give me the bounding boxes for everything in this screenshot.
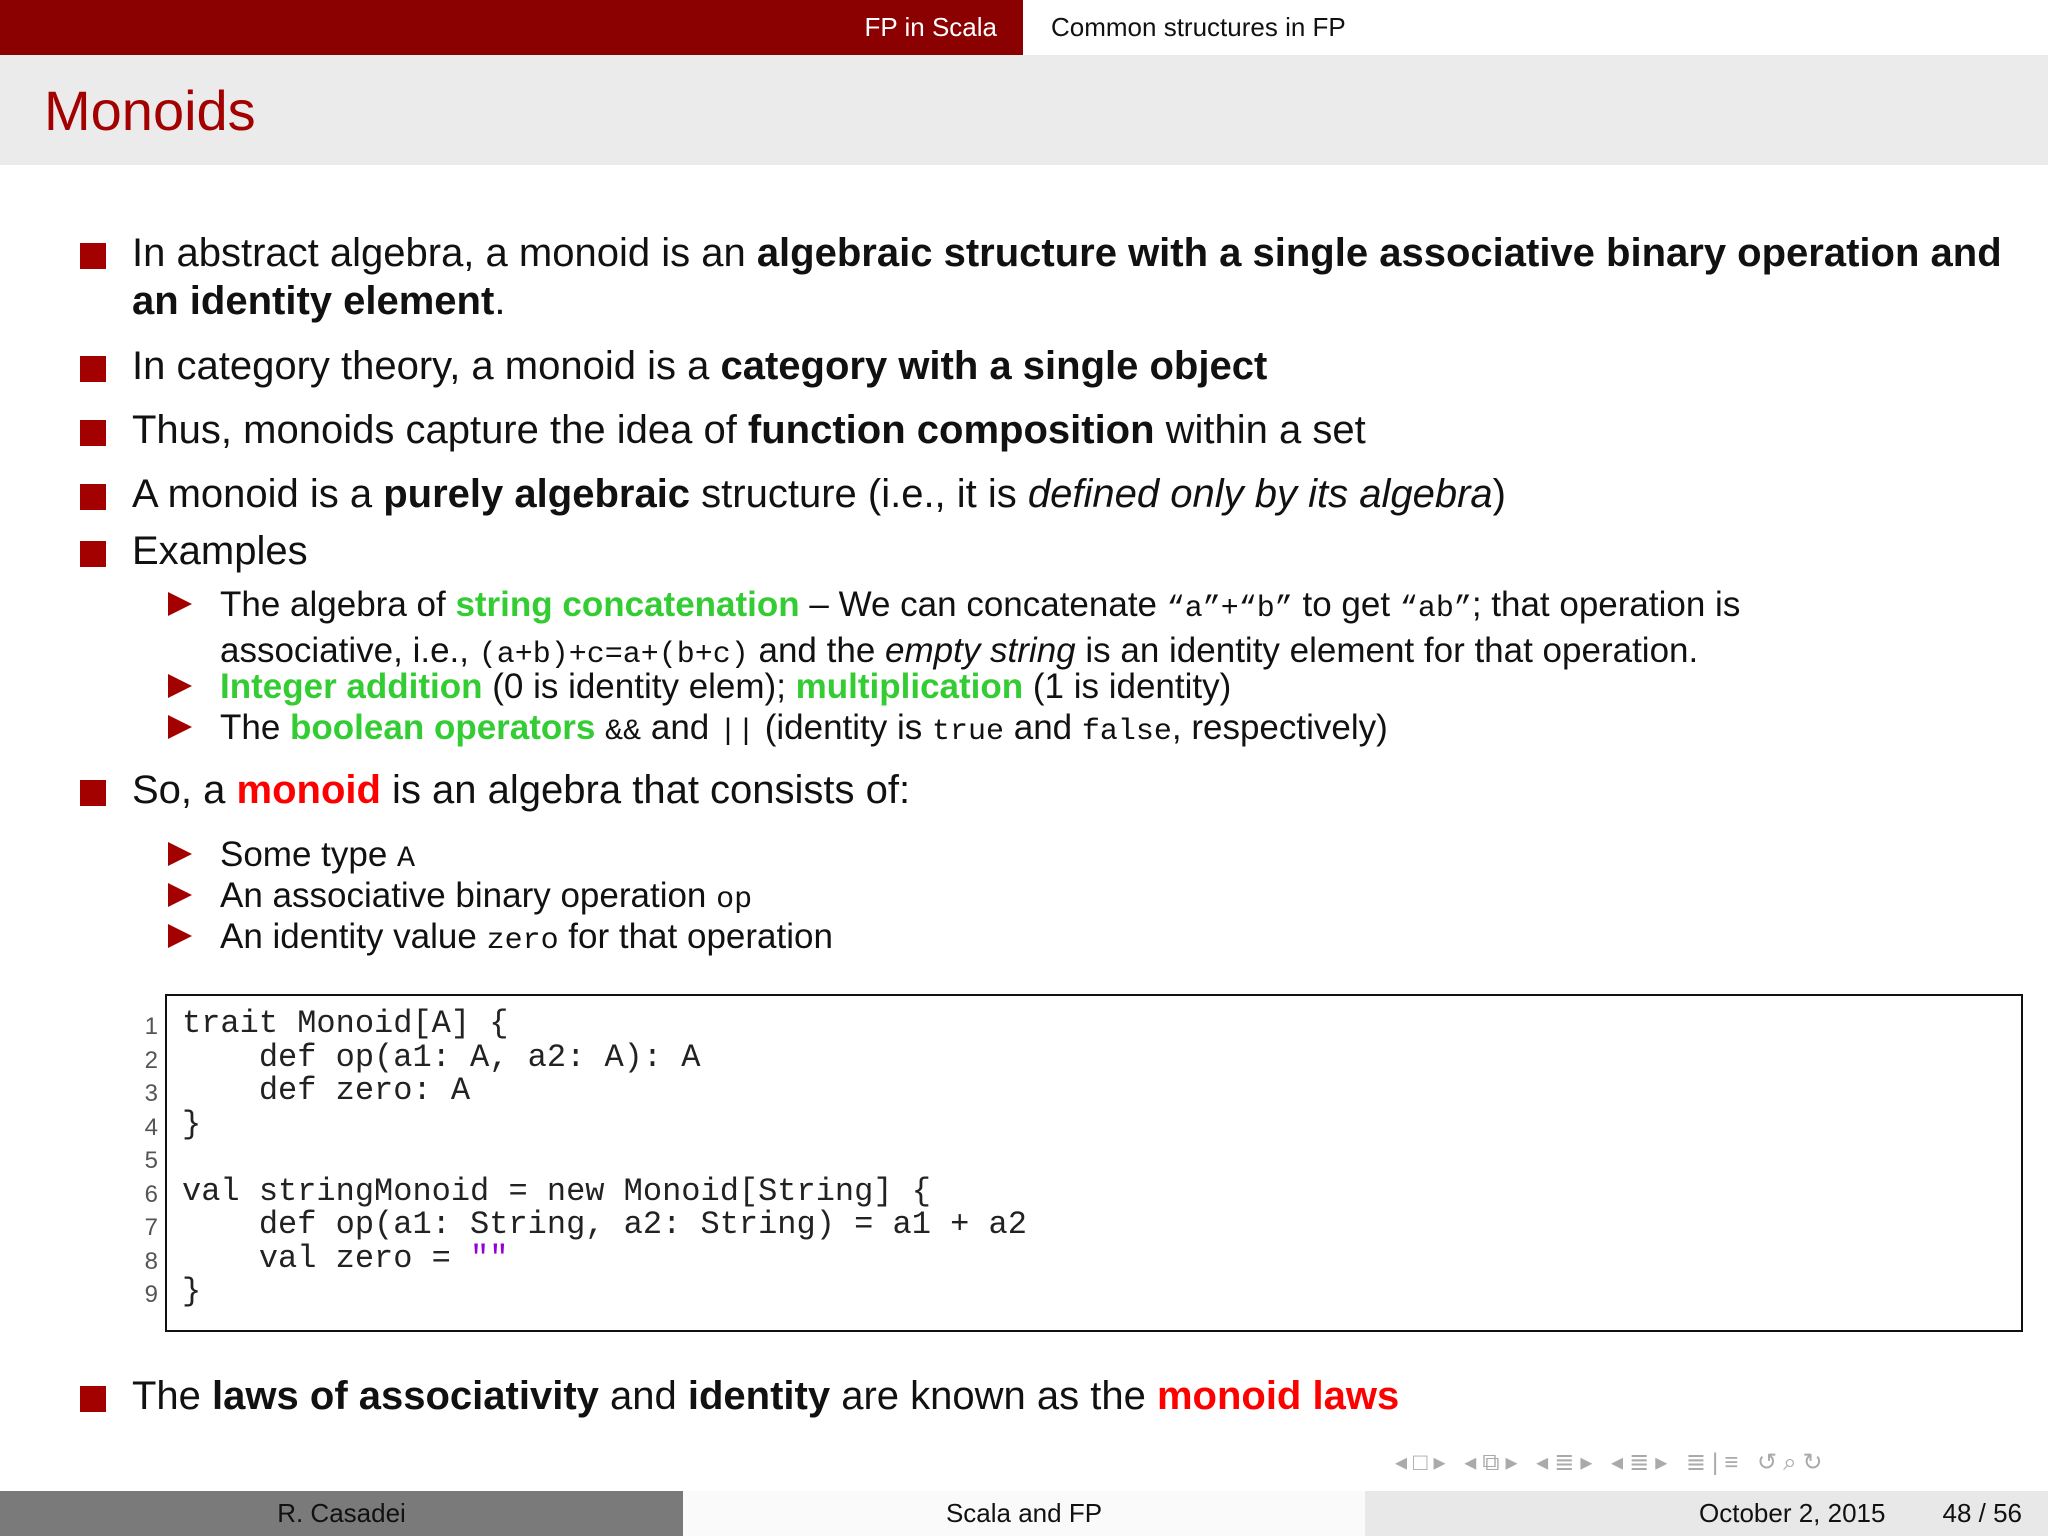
triangle-bullet-icon [168,924,192,948]
footer-topic: Scala and FP [683,1491,1365,1536]
code-line: } [182,1105,202,1143]
example-text: Integer addition (0 is identity elem); m… [220,667,1232,706]
line-number: 7 [144,1214,158,1241]
bullet-text: Thus, monoids capture the idea of functi… [132,408,1366,452]
triangle-bullet-icon [168,592,192,616]
footer-author: R. Casadei [0,1491,683,1536]
triangle-bullet-icon [168,674,192,698]
nav-prev-frame-icon[interactable]: ◂ [1395,1449,1413,1476]
nav-next-frame-icon[interactable]: ▸ [1434,1449,1452,1476]
bullet-square-icon [80,420,106,446]
nav-toc-icon[interactable]: ≣ [1686,1449,1712,1476]
nav-back-icon[interactable]: ↺ [1757,1449,1783,1476]
line-number: 9 [144,1281,158,1308]
nav-frame-icon[interactable]: □ [1413,1449,1434,1476]
line-number: 6 [144,1180,158,1208]
beamer-navigation[interactable]: ◂□▸ ◂⧉▸ ◂≣▸ ◂≣▸ ≣|≡ ↺⌕↻ [1395,1448,1829,1477]
code-line: def op(a1: String, a2: String) = a1 + a2 [182,1206,1027,1243]
triangle-bullet-icon [168,842,192,866]
code-line: } [182,1273,202,1310]
code-line: def op(a1: A, a2: A): A [182,1038,701,1076]
bullet-text: A monoid is a purely algebraic structure… [132,472,1506,516]
line-number: 5 [144,1147,158,1174]
code-text: val zero = [182,1239,471,1277]
nav-appendix-icon[interactable]: ≡ [1724,1449,1744,1476]
code-line: val stringMonoid = new Monoid[String] { [182,1172,931,1210]
consists-text: Some type A [220,835,416,876]
nav-next-section-icon[interactable]: ▸ [1580,1449,1598,1476]
footer-date: October 2, 2015 [1699,1498,1886,1528]
line-number: 2 [144,1046,158,1074]
nav-search-icon[interactable]: ⌕ [1783,1449,1802,1476]
code-line: trait Monoid[A] { [182,1005,509,1042]
example-text: The algebra of string concatenation – We… [220,585,1741,672]
triangle-bullet-icon [168,883,192,907]
nav-next-subsection-icon[interactable]: ▸ [1505,1449,1523,1476]
code-listing: trait Monoid[A] { def op(a1: A, a2: A): … [182,1007,1027,1309]
consists-text: An associative binary operation op [220,876,753,917]
example-text: The boolean operators && and || (identit… [220,708,1388,749]
nav-prev-subsection-icon[interactable]: ◂ [1464,1449,1482,1476]
code-line: def zero: A [182,1072,471,1109]
bullet-square-icon [80,1386,106,1412]
consists-text: An identity value zero for that operatio… [220,917,833,958]
footer-bar: R. Casadei Scala and FP October 2, 2015 … [0,1491,2048,1536]
nav-prev-part-icon[interactable]: ◂ [1611,1449,1629,1476]
code-line: val zero = "" [182,1239,1027,1277]
triangle-bullet-icon [168,715,192,739]
string-literal: "" [470,1239,509,1277]
bullet-text: Examples [132,529,308,573]
nav-forward-icon[interactable]: ↻ [1803,1449,1829,1476]
bullet-square-icon [80,541,106,567]
line-number: 1 [144,1013,158,1040]
code-line-numbers: 1 2 3 4 5 6 7 8 9 [130,1010,158,1312]
bullet-text: The laws of associativity and identity a… [132,1374,1400,1418]
nav-section-icon[interactable]: ≣ [1554,1449,1580,1476]
bullet-square-icon [80,484,106,510]
nav-part-icon[interactable]: ≣ [1629,1449,1655,1476]
slide-content: In abstract algebra, a monoid is an alge… [0,0,2048,1536]
footer-page-number: 48 / 56 [1942,1498,2022,1528]
nav-prev-section-icon[interactable]: ◂ [1536,1449,1554,1476]
nav-divider-icon: | [1712,1449,1725,1476]
bullet-text: In abstract algebra, a monoid is an alge… [132,231,2002,323]
footer-date-page: October 2, 2015 48 / 56 [1365,1491,2048,1536]
bullet-square-icon [80,780,106,806]
line-number: 3 [144,1080,158,1107]
bullet-square-icon [80,243,106,269]
bullet-square-icon [80,356,106,382]
line-number: 8 [144,1247,158,1275]
nav-subsection-icon[interactable]: ⧉ [1482,1449,1505,1476]
bullet-text: So, a monoid is an algebra that consists… [132,768,911,812]
line-number: 4 [144,1113,158,1141]
bullet-text: In category theory, a monoid is a catego… [132,344,1268,388]
nav-next-part-icon[interactable]: ▸ [1655,1449,1673,1476]
